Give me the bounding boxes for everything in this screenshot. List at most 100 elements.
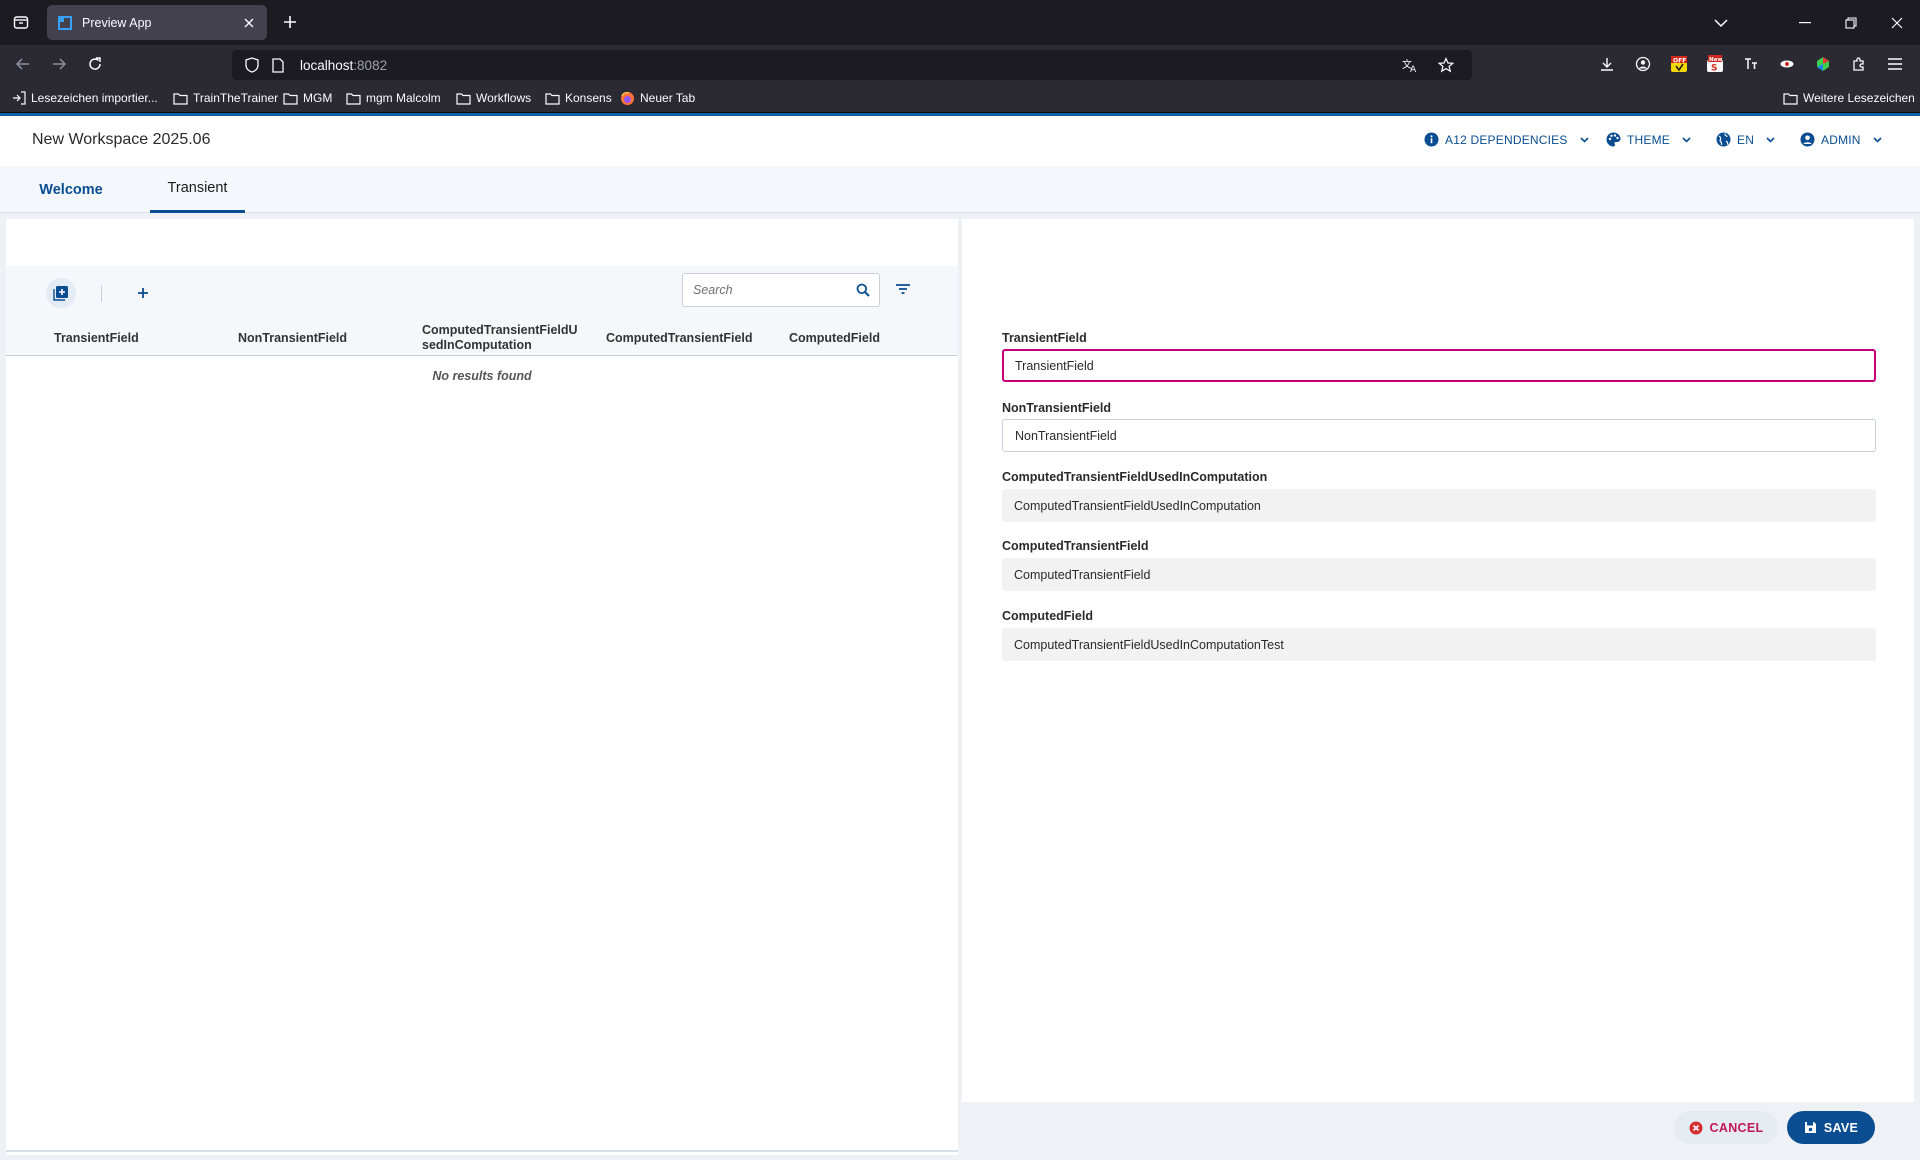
- new-tab-icon[interactable]: [280, 12, 300, 32]
- form-footer: CANCEL SAVE: [962, 1102, 1914, 1155]
- nontransientfield-input[interactable]: [1015, 428, 1863, 443]
- bookmark-label: Lesezeichen importier...: [31, 91, 158, 105]
- bookmark-star-icon[interactable]: [1436, 55, 1456, 75]
- list-panel: TransientField NonTransientField Compute…: [6, 219, 958, 1155]
- folder-icon: [283, 92, 298, 105]
- browser-tab-active[interactable]: Preview App: [47, 5, 267, 40]
- theme-menu[interactable]: THEME: [1606, 132, 1691, 147]
- toolbar-divider: [101, 285, 102, 302]
- forward-arrow-icon[interactable]: [48, 53, 70, 75]
- filter-button[interactable]: [888, 274, 918, 304]
- list-toolbar: [6, 266, 958, 320]
- folder-icon: [545, 92, 560, 105]
- close-tab-icon[interactable]: [241, 15, 257, 31]
- chevron-down-icon: [1873, 136, 1882, 143]
- list-bottom-border: [6, 1150, 958, 1152]
- save-button[interactable]: SAVE: [1787, 1111, 1875, 1144]
- firefox-icon: [621, 91, 634, 105]
- bookmark-neuer-tab[interactable]: Neuer Tab: [620, 89, 695, 107]
- extensions-puzzle-icon[interactable]: [1848, 53, 1870, 75]
- column-header-computedtransientfield[interactable]: ComputedTransientField: [606, 320, 776, 356]
- downloads-icon[interactable]: [1596, 53, 1618, 75]
- extension-eye-icon[interactable]: [1776, 53, 1798, 75]
- add-button[interactable]: [128, 278, 158, 308]
- computedfield-value: [1014, 637, 1864, 652]
- table-header: TransientField NonTransientField Compute…: [6, 320, 958, 356]
- page-info-icon[interactable]: [268, 55, 288, 75]
- extension-off-badge: OFF: [1673, 58, 1686, 65]
- user-menu[interactable]: ADMIN: [1800, 132, 1882, 147]
- app-tabs: Welcome Transient: [0, 166, 1920, 213]
- other-bookmarks-label: Weitere Lesezeichen: [1803, 91, 1915, 105]
- tab-overview-icon[interactable]: [10, 11, 32, 33]
- tab-welcome[interactable]: Welcome: [22, 166, 120, 213]
- svg-text:S: S: [1711, 64, 1717, 74]
- url-host: localhost: [300, 57, 354, 73]
- computedtransientfield-field: [1002, 558, 1876, 591]
- folder-icon: [1783, 92, 1798, 105]
- bookmark-folder-konsens[interactable]: Konsens: [545, 89, 612, 107]
- bookmark-folder-mgm[interactable]: MGM: [283, 89, 332, 107]
- globe-icon: [1716, 132, 1731, 147]
- restore-icon[interactable]: [1828, 0, 1874, 45]
- minimize-icon[interactable]: [1782, 0, 1828, 45]
- nontransientfield-field: [1002, 419, 1876, 452]
- a12-dependencies-label: A12 DEPENDENCIES: [1445, 132, 1568, 147]
- language-menu[interactable]: EN: [1716, 132, 1775, 147]
- bookmark-label: Neuer Tab: [640, 91, 696, 105]
- url-text: localhost:8082: [300, 58, 1400, 73]
- computedtransientfieldusedincomputation-label: ComputedTransientFieldUsedInComputation: [1002, 470, 1268, 484]
- user-avatar-icon: [1800, 132, 1815, 147]
- search-box: [682, 273, 880, 307]
- extension-new-icon[interactable]: New S: [1704, 53, 1726, 75]
- column-header-nontransientfield[interactable]: NonTransientField: [238, 320, 408, 356]
- folder-icon: [173, 92, 188, 105]
- import-icon: [13, 91, 26, 105]
- reload-icon[interactable]: [84, 53, 106, 75]
- bookmark-folder-workflows[interactable]: Workflows: [456, 89, 531, 107]
- list-all-tabs-icon[interactable]: [1698, 0, 1744, 45]
- computedfield-field: [1002, 628, 1876, 661]
- folder-icon: [346, 92, 361, 105]
- computedtransientfieldusedincomputation-value: [1014, 498, 1864, 513]
- bookmark-folder-trainthetrainer[interactable]: TrainTheTrainer: [173, 89, 278, 107]
- column-header-computedfield[interactable]: ComputedField: [789, 320, 949, 356]
- info-icon: [1424, 132, 1439, 147]
- account-icon[interactable]: [1632, 53, 1654, 75]
- bookmark-label: mgm Malcolm: [366, 91, 441, 105]
- translate-icon[interactable]: 文A: [1400, 55, 1420, 75]
- cancel-button[interactable]: CANCEL: [1674, 1111, 1778, 1144]
- extension-text-icon[interactable]: [1740, 53, 1762, 75]
- a12-dependencies-menu[interactable]: A12 DEPENDENCIES: [1424, 132, 1589, 147]
- chevron-down-icon: [1766, 136, 1775, 143]
- extension-color-icon[interactable]: [1812, 53, 1834, 75]
- back-arrow-icon[interactable]: [12, 53, 34, 75]
- theme-label: THEME: [1627, 132, 1670, 147]
- app-menu-icon[interactable]: [1884, 53, 1906, 75]
- computedtransientfield-label: ComputedTransientField: [1002, 539, 1149, 553]
- column-header-computedtransientfieldusedincomputation[interactable]: ComputedTransientFieldU sedInComputation: [422, 320, 582, 356]
- form-panel: TransientField NonTransientField Compute…: [962, 219, 1914, 1102]
- extension-off-icon[interactable]: OFF: [1668, 53, 1690, 75]
- transientfield-label: TransientField: [1002, 331, 1087, 345]
- shield-icon[interactable]: [242, 55, 262, 75]
- extension-new-badge: New: [1709, 57, 1722, 63]
- floppy-disk-icon: [1804, 1122, 1816, 1133]
- tab-transient[interactable]: Transient: [150, 166, 245, 213]
- close-window-icon[interactable]: [1874, 0, 1920, 45]
- bookmark-other-folder[interactable]: Weitere Lesezeichen: [1783, 89, 1915, 107]
- bookmark-import[interactable]: Lesezeichen importier...: [12, 89, 158, 107]
- browser-tabbar: Preview App: [0, 0, 1920, 45]
- search-input[interactable]: [693, 283, 856, 297]
- create-entry-button[interactable]: [46, 278, 76, 308]
- address-bar[interactable]: localhost:8082 文A: [232, 50, 1472, 80]
- language-label: EN: [1737, 132, 1755, 147]
- transientfield-input[interactable]: [1015, 358, 1863, 373]
- search-icon[interactable]: [856, 283, 870, 297]
- plus-icon: [138, 288, 148, 298]
- computedfield-label: ComputedField: [1002, 609, 1093, 623]
- app-favicon-icon: [57, 15, 73, 31]
- bookmark-label: Konsens: [565, 91, 612, 105]
- column-header-transientfield[interactable]: TransientField: [54, 320, 224, 356]
- bookmark-folder-mgm-malcolm[interactable]: mgm Malcolm: [346, 89, 441, 107]
